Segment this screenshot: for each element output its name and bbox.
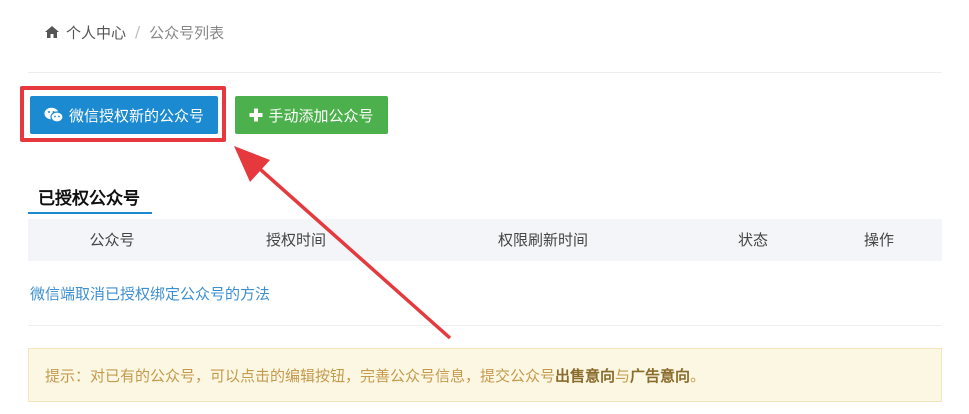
tip-highlight-ad: 广告意向 — [630, 366, 691, 385]
divider — [28, 325, 942, 326]
column-header-actions: 操作 — [864, 231, 895, 249]
breadcrumb-current: 公众号列表 — [149, 23, 225, 42]
tip-connector: 与 — [615, 366, 631, 385]
breadcrumb: 个人中心 / 公众号列表 — [44, 21, 224, 43]
manual-add-button[interactable]: 手动添加公众号 — [235, 96, 388, 134]
wechat-authorize-label: 微信授权新的公众号 — [68, 106, 204, 125]
table-header: 公众号 授权时间 权限刷新时间 状态 操作 — [28, 219, 942, 261]
home-icon[interactable] — [44, 24, 60, 40]
unbind-help-link[interactable]: 微信端取消已授权绑定公众号的方法 — [30, 283, 270, 304]
breadcrumb-home-link[interactable]: 个人中心 — [66, 22, 126, 43]
column-header-refresh-time: 权限刷新时间 — [498, 231, 589, 249]
tip-alert: 提示：对已有的公众号，可以点击的编辑按钮，完善公众号信息，提交公众号 出售意向与广… — [28, 348, 942, 402]
tip-suffix: 。 — [690, 366, 706, 385]
column-header-account: 公众号 — [89, 231, 135, 249]
tip-text: 提示：对已有的公众号，可以点击的编辑按钮，完善公众号信息，提交公众号 — [45, 366, 556, 385]
manual-add-label: 手动添加公众号 — [268, 106, 374, 125]
plus-icon — [249, 108, 263, 122]
divider — [28, 72, 942, 73]
section-title: 已授权公众号 — [28, 184, 152, 214]
tip-highlight-sale: 出售意向 — [555, 366, 616, 385]
wechat-icon — [44, 107, 64, 123]
column-header-status: 状态 — [738, 231, 769, 249]
breadcrumb-separator: / — [135, 23, 141, 41]
column-header-auth-time: 授权时间 — [266, 231, 327, 249]
wechat-authorize-button[interactable]: 微信授权新的公众号 — [30, 96, 218, 134]
